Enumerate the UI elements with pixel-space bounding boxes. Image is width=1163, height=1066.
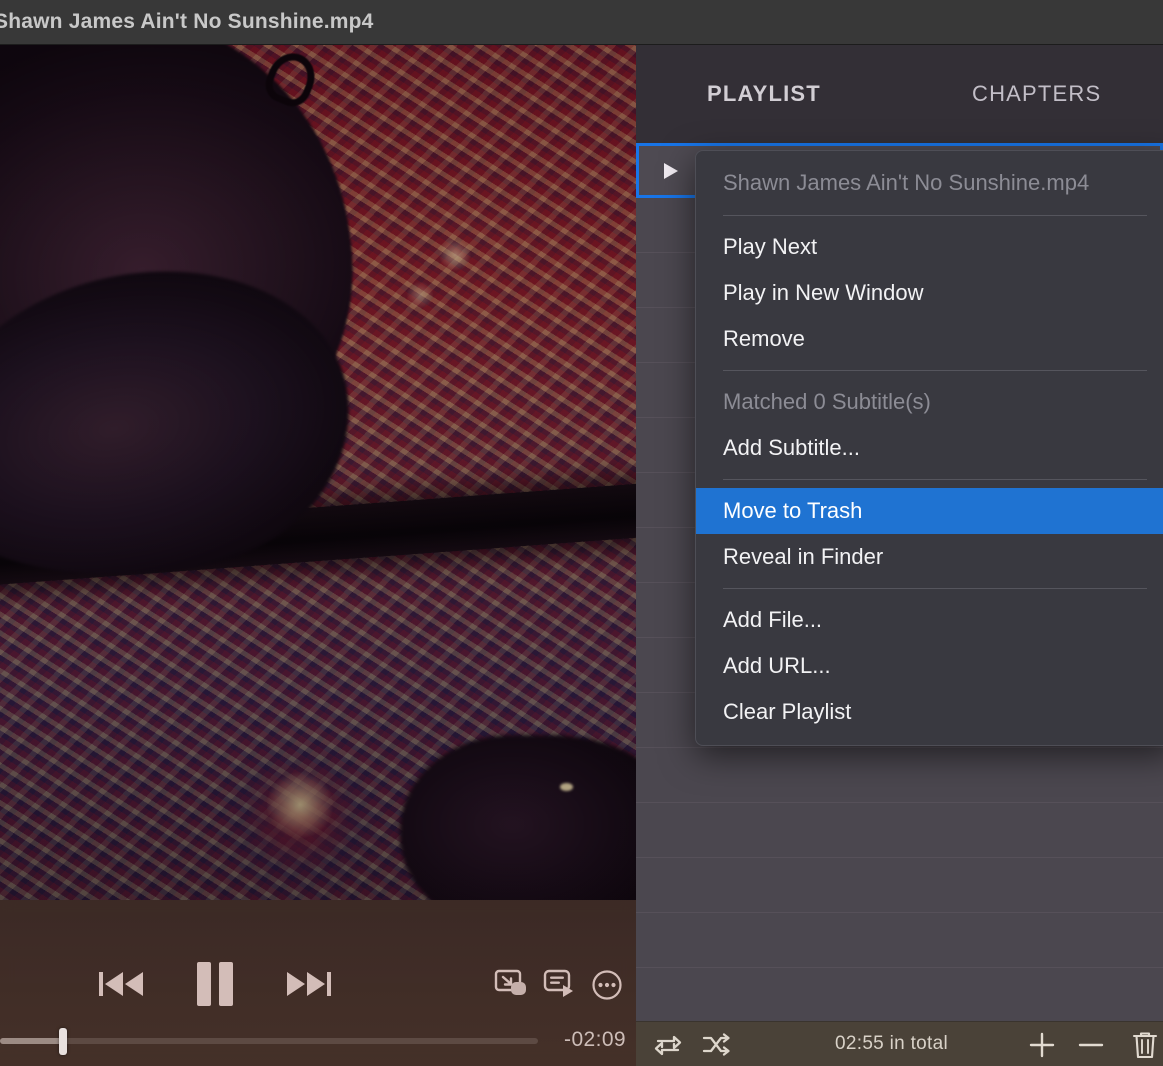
shuffle-icon <box>702 1033 730 1056</box>
transport-row <box>0 952 636 1010</box>
seek-bar-handle[interactable] <box>59 1028 67 1055</box>
picture-in-picture-icon <box>494 969 526 995</box>
playlist-row[interactable] <box>636 858 1163 913</box>
next-icon <box>287 972 331 996</box>
subtitles-icon <box>543 969 573 997</box>
context-menu-item: Matched 0 Subtitle(s) <box>723 389 931 414</box>
trash-icon <box>1132 1032 1158 1059</box>
context-menu-item[interactable]: Add URL... <box>696 643 1163 689</box>
ellipsis-circle-icon <box>592 970 622 1000</box>
context-menu-item[interactable]: Play in New Window <box>696 270 1163 316</box>
pause-icon-bar-left <box>197 962 211 1006</box>
video-pane[interactable]: -02:09 <box>0 45 636 1066</box>
add-item-button[interactable] <box>1024 1027 1060 1063</box>
clear-playlist-button[interactable] <box>1128 1028 1162 1062</box>
video-player-window: Shawn James Ain't No Sunshine.mp4 -02:09… <box>0 0 1163 1066</box>
video-frame[interactable] <box>0 45 636 900</box>
context-menu-item[interactable]: Move to Trash <box>696 488 1163 534</box>
plus-icon <box>1029 1032 1055 1058</box>
playlist-context-menu[interactable]: Shawn James Ain't No Sunshine.mp4 Play Ne… <box>695 150 1163 746</box>
playlist-row[interactable] <box>636 748 1163 803</box>
playlist-row[interactable] <box>636 913 1163 968</box>
play-pause-button[interactable] <box>190 960 240 1008</box>
context-menu-item[interactable]: Reveal in Finder <box>696 534 1163 580</box>
seek-bar-progress <box>0 1038 63 1044</box>
context-menu-separator <box>723 479 1147 480</box>
playlist-footer: 02:55 in total <box>636 1021 1163 1066</box>
pause-icon-bar-right <box>219 962 233 1006</box>
context-menu-item[interactable]: Clear Playlist <box>696 689 1163 735</box>
previous-track-button[interactable] <box>94 966 148 1002</box>
window-titlebar: Shawn James Ain't No Sunshine.mp4 <box>0 0 1163 45</box>
panel-tab-bar: PLAYLIST CHAPTERS <box>636 45 1163 143</box>
context-menu-item[interactable]: Add File... <box>696 597 1163 643</box>
tab-playlist[interactable]: PLAYLIST <box>707 81 821 107</box>
repeat-button[interactable] <box>650 1029 686 1061</box>
window-title: Shawn James Ain't No Sunshine.mp4 <box>0 10 374 33</box>
context-menu-item[interactable]: Add Subtitle... <box>696 425 1163 471</box>
context-menu-separator <box>723 588 1147 589</box>
minus-icon <box>1078 1043 1104 1047</box>
context-menu-separator <box>723 370 1147 371</box>
context-menu-header: Shawn James Ain't No Sunshine.mp4 <box>723 170 1090 195</box>
previous-icon <box>99 972 143 996</box>
more-options-button[interactable] <box>590 968 624 1002</box>
context-menu-item[interactable]: Play Next <box>696 224 1163 270</box>
tab-chapters[interactable]: CHAPTERS <box>972 81 1101 107</box>
repeat-icon <box>654 1035 682 1056</box>
playlist-row[interactable] <box>636 968 1163 1023</box>
next-track-button[interactable] <box>282 966 336 1002</box>
picture-in-picture-button[interactable] <box>492 968 530 1000</box>
seek-bar-track[interactable] <box>0 1038 538 1044</box>
context-menu-separator <box>723 215 1147 216</box>
seek-bar-row: -02:09 <box>0 1024 636 1058</box>
playlist-row[interactable] <box>636 803 1163 858</box>
play-indicator-icon <box>661 161 681 181</box>
subtitles-button[interactable] <box>541 968 579 1000</box>
remove-item-button[interactable] <box>1073 1027 1109 1063</box>
playback-controls-bar: -02:09 <box>0 900 636 1066</box>
time-remaining-label: -02:09 <box>564 1028 626 1051</box>
context-menu-item[interactable]: Remove <box>696 316 1163 362</box>
video-vignette <box>0 45 636 900</box>
playlist-total-duration: 02:55 in total <box>835 1033 949 1054</box>
shuffle-button[interactable] <box>698 1029 734 1061</box>
